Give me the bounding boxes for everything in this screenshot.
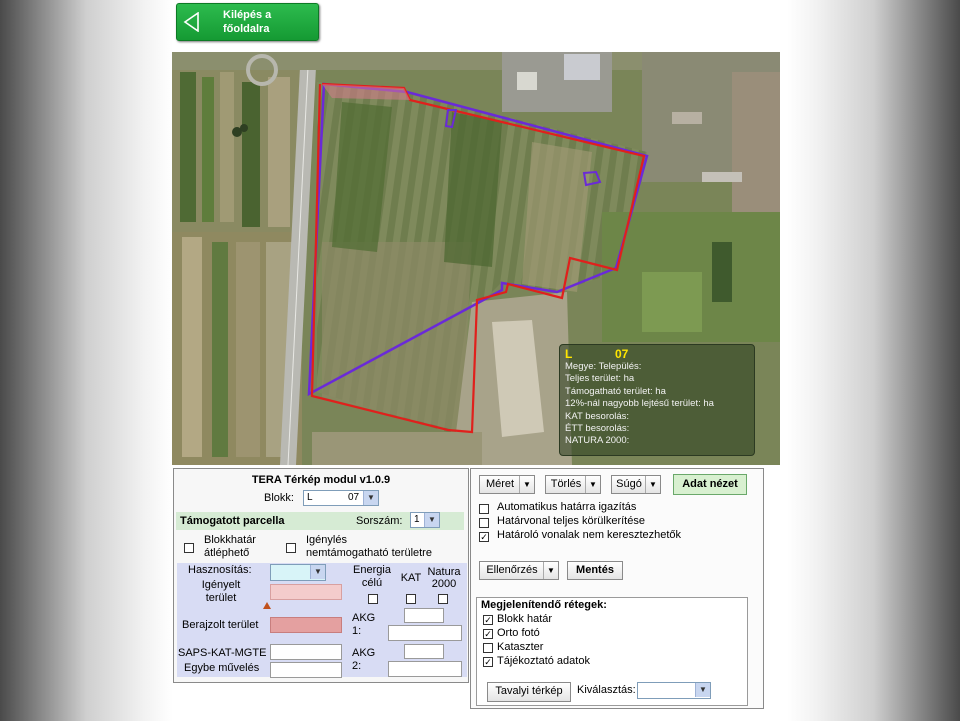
- parcel-panel: TERA Térkép modul v1.0.9 Blokk: L 07 ▼ T…: [173, 468, 469, 683]
- claim-label: Igénylés nemtámogatható területre: [306, 534, 432, 559]
- chevron-down-icon: ▼: [543, 562, 558, 579]
- full-enclose-checkbox[interactable]: [479, 518, 489, 528]
- claim-checkbox[interactable]: [286, 543, 296, 553]
- info-line: Megye: Település:: [565, 361, 642, 372]
- layer-block-checkbox[interactable]: ✓: [483, 615, 493, 625]
- block-border-checkbox[interactable]: [184, 543, 194, 553]
- last-year-map-button[interactable]: Tavalyi térkép: [487, 682, 571, 702]
- akg1-label: AKG 1:: [352, 612, 376, 637]
- back-button-label: Kilépés a főoldalra: [223, 9, 272, 35]
- map-view[interactable]: L 07 Megye: Település: Teljes terület: ha…: [172, 52, 780, 465]
- select-label: Kiválasztás:: [577, 684, 636, 696]
- delete-button-label: Törlés: [550, 478, 582, 490]
- info-line: NATURA 2000:: [565, 435, 630, 447]
- tools-panel: Méret ▼ Törlés ▼ Súgó ▼ Adat nézet Autom…: [470, 468, 764, 709]
- data-view-button[interactable]: Adat nézet: [673, 474, 747, 495]
- layer-info-checkbox[interactable]: ✓: [483, 657, 493, 667]
- chevron-down-icon: ▼: [519, 476, 534, 493]
- akg1-code-input[interactable]: [404, 608, 444, 623]
- auto-align-label: Automatikus határra igazítás: [497, 501, 637, 513]
- claimed-area-input[interactable]: [270, 584, 342, 600]
- block-select-code: L: [307, 492, 313, 503]
- layer-cadastre-label: Kataszter: [497, 641, 544, 653]
- module-title: TERA Térkép modul v1.0.9: [251, 474, 391, 486]
- claimed-area-label: Igényelt terület: [201, 579, 241, 604]
- chevron-down-icon: ▼: [645, 476, 660, 493]
- block-select[interactable]: L 07 ▼: [303, 490, 379, 506]
- info-block-code: L: [565, 347, 573, 361]
- drawn-area-input[interactable]: [270, 617, 342, 633]
- info-line: KAT besorolás:: [565, 410, 630, 422]
- back-arrow-icon: [183, 12, 199, 32]
- warning-icon: [263, 602, 271, 609]
- block-info-box: L 07 Megye: Település: Teljes terület: ha…: [559, 344, 755, 456]
- full-enclose-label: Határvonal teljes körülkerítése: [497, 515, 645, 527]
- supported-parcel-label: Támogatott parcella: [180, 515, 285, 527]
- check-button[interactable]: Ellenőrzés ▼: [479, 561, 559, 580]
- check-button-label: Ellenőrzés: [486, 564, 538, 576]
- chevron-down-icon: ▼: [585, 476, 600, 493]
- serial-select[interactable]: 1 ▼: [410, 512, 440, 528]
- delete-button[interactable]: Törlés ▼: [545, 475, 601, 494]
- chevron-down-icon: ▼: [695, 683, 710, 697]
- saps-input[interactable]: [270, 644, 342, 660]
- other-input[interactable]: [270, 662, 342, 678]
- help-button-label: Súgó: [616, 478, 642, 490]
- akg2-label: AKG 2:: [352, 647, 376, 672]
- info-line: Támogatható terület: ha: [565, 385, 666, 397]
- save-button[interactable]: Mentés: [567, 561, 623, 580]
- info-line: ÉTT besorolás:: [565, 423, 630, 435]
- energy-label: Energia célú: [353, 564, 391, 589]
- akg1-area-input[interactable]: [388, 625, 462, 641]
- size-button-label: Méret: [485, 478, 515, 490]
- info-line: 12%-nál nagyobb lejtésű terület: ha: [565, 398, 714, 410]
- auto-align-checkbox[interactable]: [479, 504, 489, 514]
- serial-label: Sorszám:: [356, 515, 403, 527]
- layers-title: Megjelenítendő rétegek:: [481, 599, 607, 611]
- layer-ortho-checkbox[interactable]: ✓: [483, 629, 493, 639]
- size-button[interactable]: Méret ▼: [479, 475, 535, 494]
- serial-select-value: 1: [414, 514, 420, 525]
- kat-checkbox[interactable]: [406, 594, 416, 604]
- help-button[interactable]: Súgó ▼: [611, 475, 661, 494]
- saps-label: SAPS-KAT-MGTE: [178, 647, 267, 659]
- usage-select[interactable]: ▼: [270, 564, 326, 581]
- drawn-area-label: Berajzolt terület: [182, 619, 259, 631]
- layer-info-label: Tájékoztató adatok: [497, 655, 590, 667]
- back-to-home-button[interactable]: Kilépés a főoldalra: [176, 3, 319, 41]
- select-dropdown[interactable]: ▼: [637, 682, 711, 699]
- layers-box: Megjelenítendő rétegek: ✓ Blokk határ ✓ …: [476, 597, 748, 706]
- layer-cadastre-checkbox[interactable]: [483, 643, 493, 653]
- block-select-number: 07: [348, 492, 360, 503]
- layer-ortho-label: Orto fotó: [497, 627, 540, 639]
- natura-label: Natura 2000: [427, 566, 461, 590]
- no-cross-checkbox[interactable]: ✓: [479, 532, 489, 542]
- chevron-down-icon: ▼: [424, 513, 439, 527]
- info-line: Teljes terület: ha: [565, 373, 635, 385]
- akg2-area-input[interactable]: [388, 661, 462, 677]
- natura-checkbox[interactable]: [438, 594, 448, 604]
- usage-label: Hasznosítás:: [188, 564, 252, 576]
- akg2-code-input[interactable]: [404, 644, 444, 659]
- info-block-number: 07: [615, 347, 629, 361]
- chevron-down-icon: ▼: [310, 565, 325, 579]
- no-cross-label: Határoló vonalak nem keresztezhetők: [497, 529, 682, 541]
- block-label: Blokk:: [264, 492, 294, 504]
- chevron-down-icon: ▼: [363, 491, 378, 505]
- layer-block-label: Blokk határ: [497, 613, 553, 625]
- energy-checkbox[interactable]: [368, 594, 378, 604]
- block-border-label: Blokkhatár átléphető: [204, 534, 256, 559]
- kat-label: KAT: [400, 572, 422, 584]
- tera-map-page: Kilépés a főoldalra L 07 Megye: Települé…: [172, 0, 787, 721]
- other-label: Egybe művelés: [184, 662, 260, 674]
